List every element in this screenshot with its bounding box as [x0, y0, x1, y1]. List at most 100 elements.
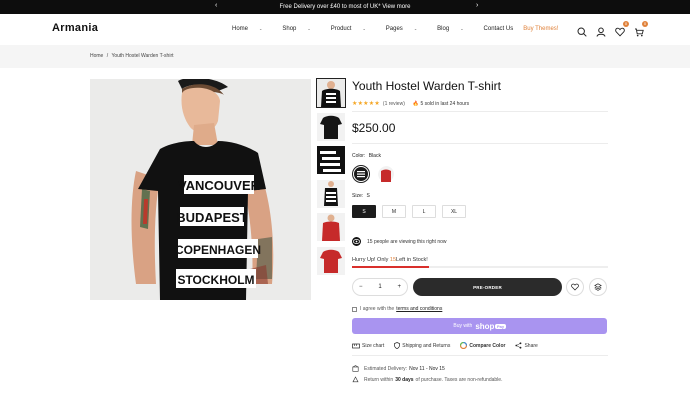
- shop-pay-button[interactable]: Buy with shop Pay: [352, 318, 607, 334]
- quantity-value[interactable]: 1: [378, 284, 381, 290]
- delivery-dates: Nov 11 - Nov 15: [409, 365, 445, 372]
- share-link[interactable]: Share: [515, 342, 538, 349]
- sold-indicator: 🔥 5 sold in last 24 hours: [413, 101, 469, 107]
- cart-icon[interactable]: 0: [634, 21, 648, 37]
- shirt-print-stockholm: STOCKHOLM: [177, 273, 254, 287]
- shipping-returns-link[interactable]: Shipping and Returns: [394, 342, 450, 349]
- thumbnail-3[interactable]: [317, 146, 345, 174]
- breadcrumb-separator: /: [106, 53, 109, 59]
- nav-item-product[interactable]: Product ⌄: [331, 26, 376, 32]
- nav-item-pages[interactable]: Pages ⌄: [386, 26, 427, 32]
- size-option-xl[interactable]: XL: [442, 205, 466, 218]
- chevron-down-icon: ⌄: [413, 26, 418, 31]
- main-nav: Home ⌄ Shop ⌄ Product ⌄ Pages ⌄ Blog ⌄ Contac…: [232, 26, 568, 32]
- quantity-decrease-button[interactable]: −: [359, 284, 363, 290]
- share-label: Share: [524, 342, 538, 349]
- wishlist-count-badge: 0: [623, 21, 629, 27]
- sold-text: 5 sold in last 24 hours: [420, 100, 470, 107]
- quantity-stepper: − 1 +: [352, 278, 408, 296]
- hurry-prefix: Hurry Up! Only: [352, 257, 389, 263]
- wishlist-button[interactable]: [566, 278, 584, 296]
- return-prefix: Return within: [364, 376, 394, 383]
- nav-item-contact[interactable]: Contact Us: [484, 26, 514, 32]
- size-label-row: Size: S: [352, 193, 370, 199]
- pay-badge: Pay: [495, 323, 506, 329]
- shop-pay-logo: shop: [475, 321, 495, 331]
- size-option-l[interactable]: L: [412, 205, 436, 218]
- breadcrumb-home[interactable]: Home: [90, 53, 103, 59]
- nav-item-shop[interactable]: Shop ⌄: [282, 26, 320, 32]
- buy-with-text: Buy with: [453, 323, 473, 329]
- product-main-image[interactable]: VANCOUVER BUDAPEST COPENHAGEN STOCKHOLM: [90, 79, 311, 300]
- compare-color-label: Compare Color: [469, 342, 506, 349]
- divider: [352, 143, 608, 144]
- thumbnail-4[interactable]: [317, 179, 345, 208]
- chevron-down-icon: ⌄: [307, 26, 311, 31]
- thumbnail-2[interactable]: [317, 112, 345, 141]
- heart-icon: [571, 283, 579, 291]
- thumbnail-5[interactable]: [317, 213, 345, 241]
- nav-item-buy-themes[interactable]: Buy Themes!: [523, 26, 558, 32]
- quantity-increase-button[interactable]: +: [397, 284, 401, 290]
- box-icon: [352, 365, 359, 372]
- pre-order-button[interactable]: PRE-ORDER: [413, 278, 562, 296]
- thumbnail-gallery: [316, 78, 346, 280]
- compare-color-link[interactable]: Compare Color: [460, 342, 505, 349]
- breadcrumb: Home / Youth Hostel Warden T-shirt: [0, 45, 690, 68]
- nav-item-blog[interactable]: Blog ⌄: [437, 26, 473, 32]
- return-policy: Return within 30 days of purchase. Taxes…: [352, 376, 502, 383]
- viewers-indicator: 15 people are viewing this right now: [352, 237, 447, 246]
- fire-icon: 🔥: [412, 100, 420, 107]
- color-value: Black: [368, 153, 381, 159]
- thumbnail-6[interactable]: [317, 246, 345, 275]
- estimated-delivery: Estimated Delivery: Nov 11 - Nov 15: [352, 365, 447, 372]
- chevron-right-icon[interactable]: ›: [476, 2, 478, 9]
- terms-link[interactable]: terms and conditions: [396, 306, 442, 312]
- color-wheel-icon: [460, 342, 468, 349]
- cart-count-badge: 0: [642, 21, 648, 27]
- review-count-link[interactable]: (1 review): [383, 101, 405, 107]
- size-value: S: [366, 193, 370, 199]
- chevron-down-icon: ⌄: [259, 26, 263, 31]
- size-chart-link[interactable]: Size chart: [352, 343, 384, 349]
- thumbnail-1[interactable]: [316, 78, 346, 108]
- shirt-print-budapest: BUDAPEST: [176, 210, 248, 225]
- chevron-down-icon: ⌄: [460, 26, 464, 31]
- size-label: Size:: [352, 193, 364, 199]
- header-icons: 0 0: [577, 21, 648, 37]
- agree-text: I agree with the: [360, 306, 395, 312]
- color-swatch-black[interactable]: [352, 165, 370, 183]
- size-chart-label: Size chart: [362, 342, 385, 349]
- product-price: $250.00: [352, 121, 396, 135]
- announcement-text[interactable]: Free Delivery over £40 to most of UK* Vi…: [280, 4, 411, 10]
- viewing-text: 15 people are viewing this right now: [367, 238, 447, 245]
- size-option-s[interactable]: S: [352, 205, 376, 218]
- divider: [352, 111, 608, 112]
- site-logo[interactable]: Armania: [52, 22, 98, 34]
- color-label: Color:: [352, 153, 366, 159]
- shirt-print-copenhagen: COPENHAGEN: [175, 243, 261, 257]
- nav-item-home[interactable]: Home ⌄: [232, 26, 272, 32]
- size-option-m[interactable]: M: [382, 205, 406, 218]
- hurry-suffix: Left in Stock!: [396, 257, 428, 263]
- chevron-left-icon[interactable]: ‹: [215, 2, 217, 9]
- shipping-label: Shipping and Returns: [402, 342, 451, 349]
- eye-icon: [352, 237, 361, 246]
- search-icon[interactable]: [577, 24, 587, 37]
- color-swatch-red[interactable]: [378, 166, 396, 184]
- chevron-down-icon: ⌄: [362, 26, 366, 31]
- terms-checkbox[interactable]: [352, 306, 357, 312]
- stock-progress-bar: [352, 266, 608, 268]
- delivery-label: Estimated Delivery:: [364, 365, 408, 372]
- compare-button[interactable]: [589, 278, 607, 296]
- product-title: Youth Hostel Warden T-shirt: [352, 79, 501, 93]
- return-days: 30 days: [395, 376, 414, 383]
- terms-agreement: I agree with the terms and conditions: [352, 306, 442, 312]
- heart-icon[interactable]: 0: [615, 21, 629, 37]
- product-rating: ★★★★★ (1 review) 🔥 5 sold in last 24 hou…: [352, 100, 608, 108]
- layers-icon: [594, 283, 602, 291]
- breadcrumb-current: Youth Hostel Warden T-shirt: [111, 53, 174, 59]
- user-icon[interactable]: [596, 24, 606, 37]
- divider: [352, 355, 608, 356]
- ruler-icon: [352, 343, 360, 348]
